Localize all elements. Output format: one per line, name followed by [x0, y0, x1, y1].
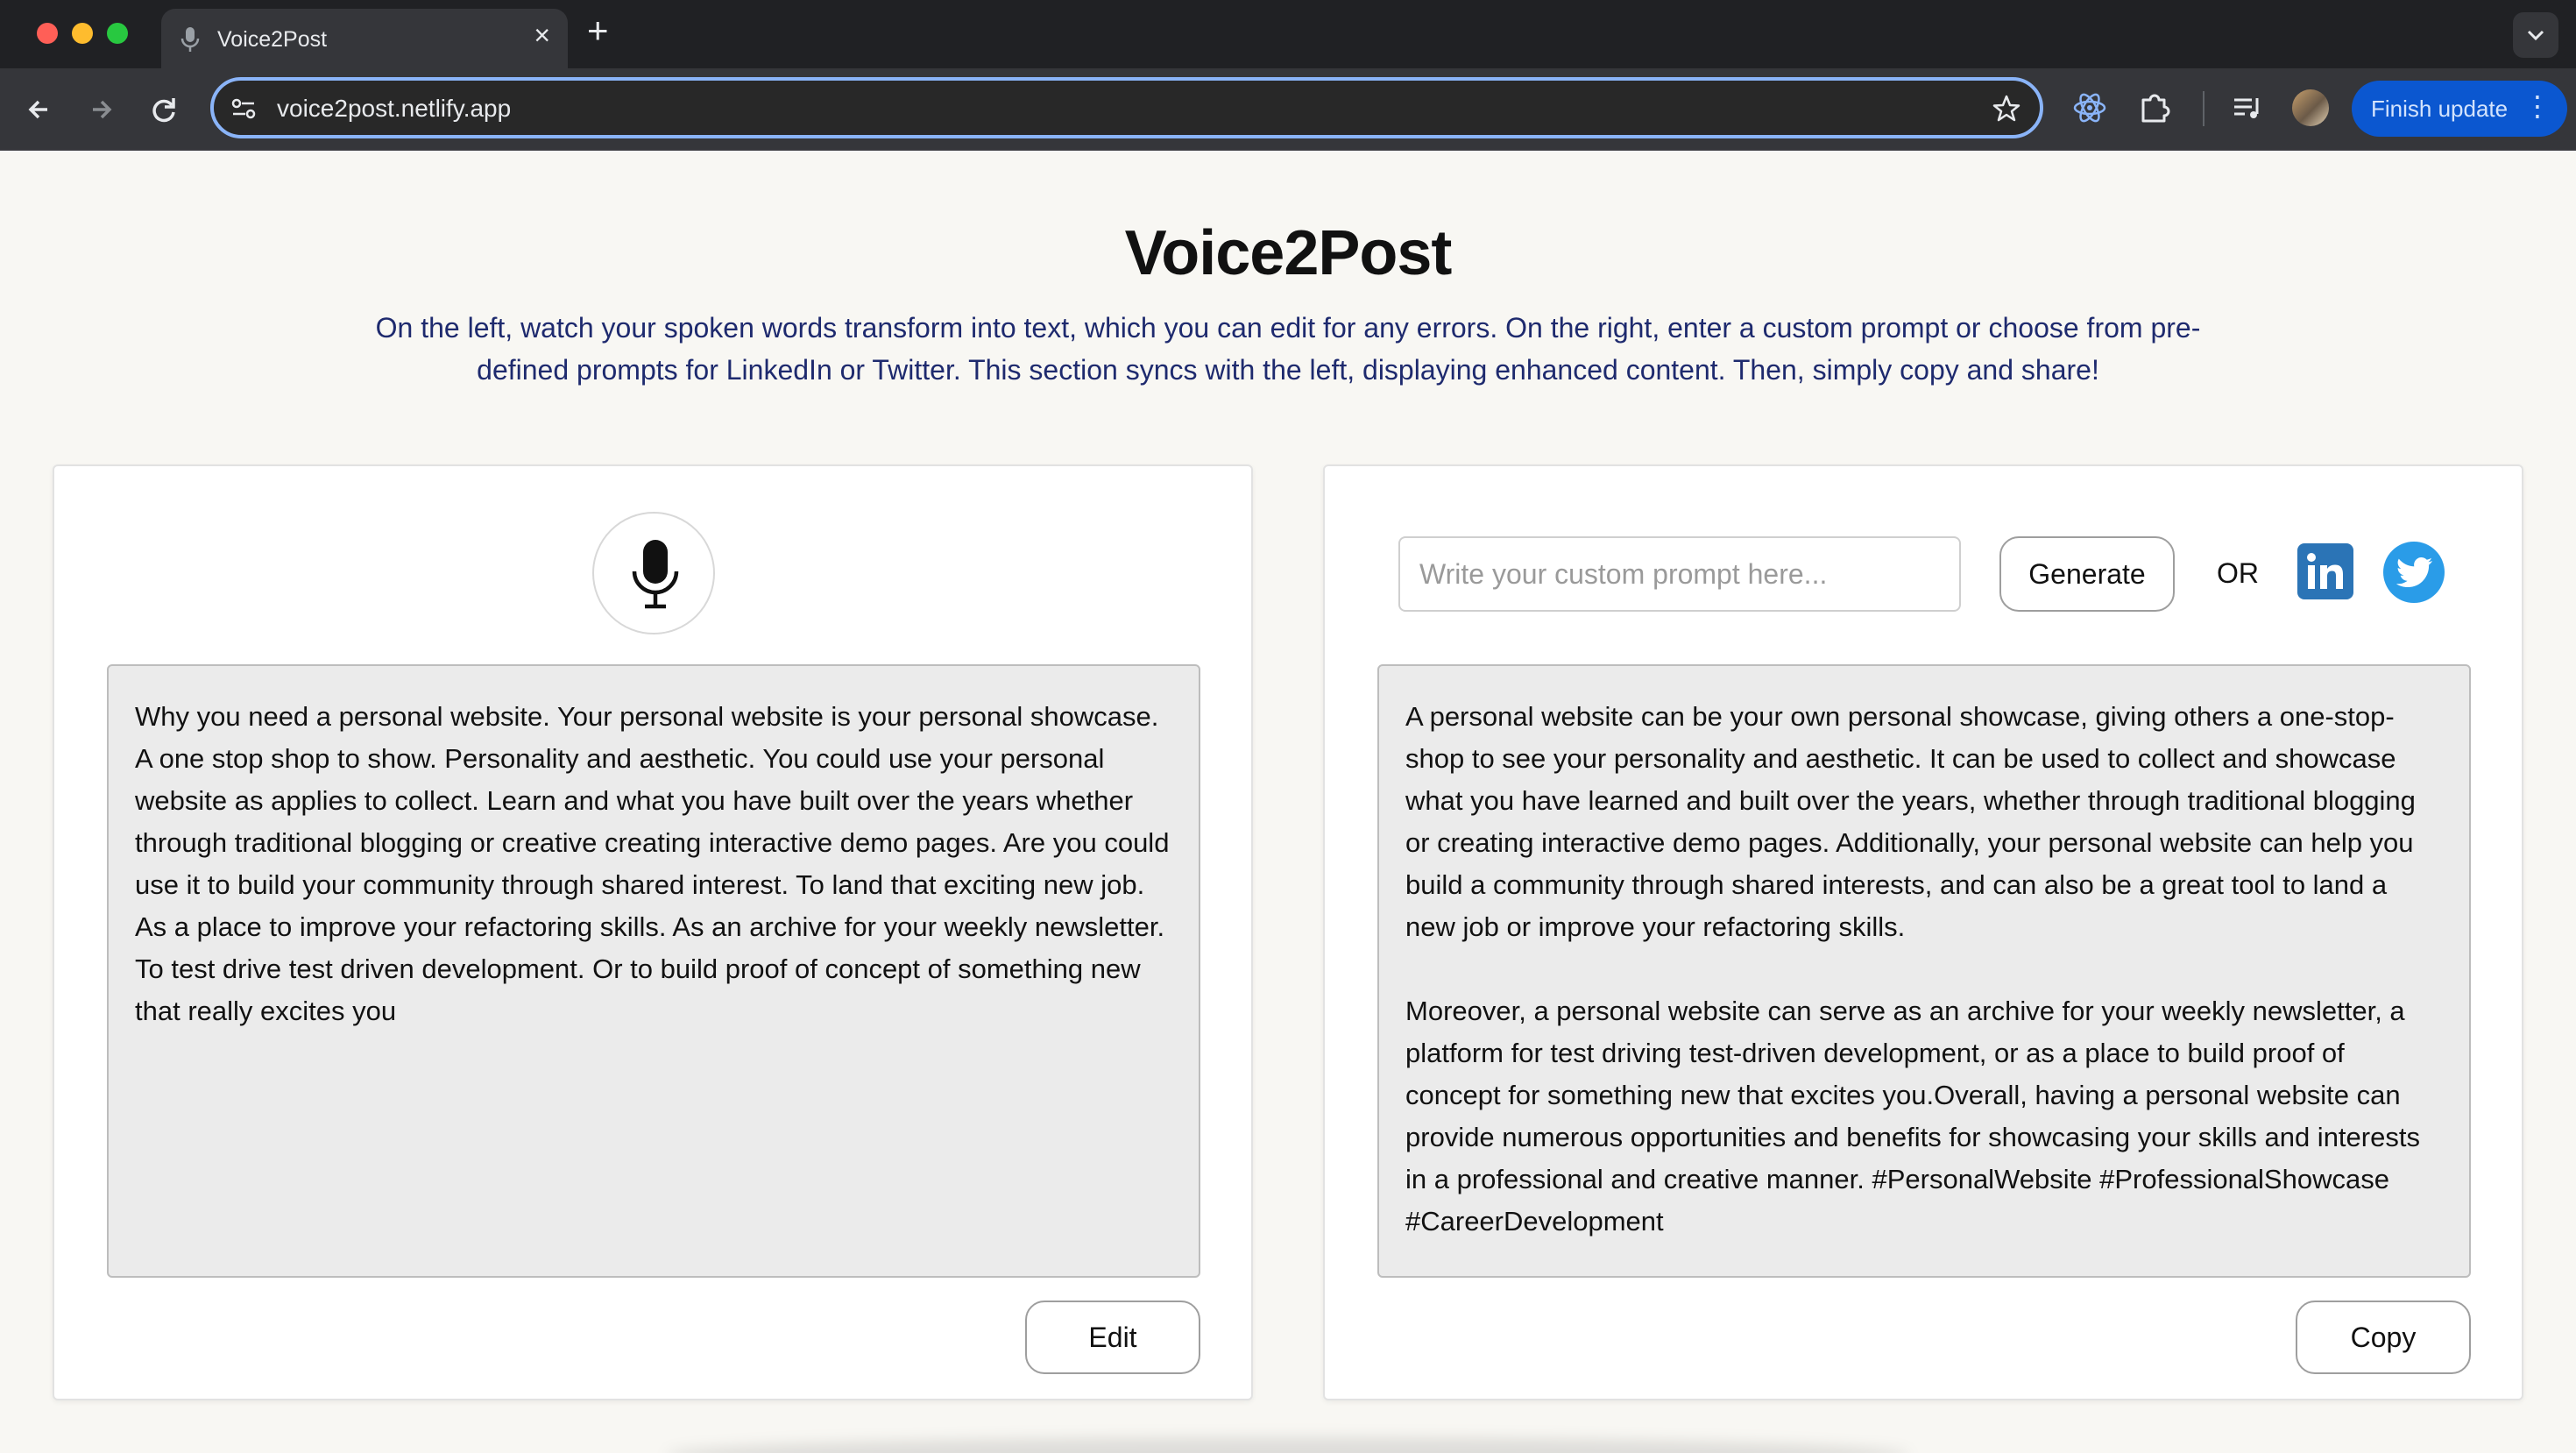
finish-update-button[interactable]: Finish update ⋮	[2352, 81, 2567, 137]
browser-tab-bar: Voice2Post × +	[0, 0, 2576, 68]
bottom-shadow	[666, 1437, 1910, 1453]
generation-panel: Generate OR A personal website can be yo…	[1323, 464, 2523, 1400]
url-text: voice2post.netlify.app	[277, 95, 512, 122]
twitter-icon[interactable]	[2383, 542, 2445, 603]
extensions-puzzle-icon[interactable]	[2134, 88, 2175, 128]
maximize-window-button[interactable]	[107, 23, 128, 44]
bookmark-star-icon[interactable]	[1991, 93, 2022, 124]
page-description: On the left, watch your spoken words tra…	[375, 312, 2201, 386]
transcript-textarea[interactable]: Why you need a personal website. Your pe…	[107, 664, 1200, 1278]
close-tab-icon[interactable]: ×	[534, 21, 550, 49]
more-menu-icon[interactable]: ⋮	[2523, 89, 2551, 123]
linkedin-icon[interactable]	[2297, 543, 2353, 599]
custom-prompt-input[interactable]	[1398, 536, 1961, 612]
reload-icon[interactable]	[142, 88, 186, 131]
browser-tab[interactable]: Voice2Post ×	[161, 9, 568, 68]
forward-icon[interactable]	[79, 88, 123, 131]
copy-button[interactable]: Copy	[2296, 1301, 2471, 1374]
toolbar-divider	[2203, 91, 2204, 126]
site-settings-icon[interactable]	[230, 95, 258, 123]
record-button[interactable]	[592, 512, 715, 634]
profile-avatar[interactable]	[2292, 89, 2329, 126]
address-bar[interactable]: voice2post.netlify.app	[210, 77, 2043, 138]
transcription-panel: Why you need a personal website. Your pe…	[53, 464, 1253, 1400]
close-window-button[interactable]	[37, 23, 58, 44]
browser-toolbar: voice2post.netlify.app Finish update ⋮	[0, 68, 2576, 151]
back-icon[interactable]	[18, 88, 61, 131]
page-title: Voice2Post	[1124, 218, 1453, 288]
microphone-icon	[632, 540, 679, 609]
generated-post-textarea[interactable]: A personal website can be your own perso…	[1377, 664, 2471, 1278]
chevron-down-icon	[2527, 30, 2544, 41]
or-label: OR	[2217, 557, 2259, 589]
minimize-window-button[interactable]	[72, 23, 93, 44]
tab-search-button[interactable]	[2513, 12, 2558, 58]
tab-title: Voice2Post	[217, 27, 328, 52]
edit-button[interactable]: Edit	[1025, 1301, 1200, 1374]
new-tab-icon[interactable]: +	[587, 12, 609, 49]
generate-button[interactable]: Generate	[1999, 536, 2175, 612]
react-devtools-icon[interactable]	[2070, 88, 2110, 128]
microphone-favicon-icon	[180, 26, 200, 53]
media-controls-icon[interactable]	[2227, 88, 2268, 128]
finish-update-label: Finish update	[2371, 95, 2509, 122]
